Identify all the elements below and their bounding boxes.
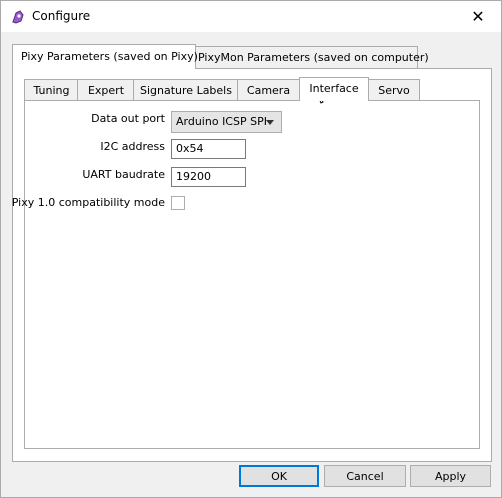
i2c-address-value: 0x54 [176, 142, 204, 155]
close-icon: ✕ [471, 7, 485, 26]
configure-window: Configure ✕ Pixy Parameters (saved on Pi… [0, 0, 502, 498]
chevron-down-icon [266, 120, 274, 125]
data-out-port-select[interactable]: Arduino ICSP SPI [171, 111, 282, 133]
i2c-address-field[interactable]: 0x54 [171, 139, 246, 159]
tab-label: Expert [87, 84, 125, 97]
tab-expert[interactable]: Expert [77, 79, 135, 100]
tab-interface[interactable]: Interface [299, 77, 369, 101]
uart-baudrate-value: 19200 [176, 170, 211, 183]
uart-baudrate-field[interactable]: 19200 [171, 167, 246, 187]
tab-label: Servo [378, 84, 410, 97]
pixy1-compat-label: Pixy 1.0 compatibility mode [11, 196, 165, 209]
apply-button[interactable]: Apply [410, 465, 491, 487]
tab-label: Tuning [33, 84, 70, 97]
cancel-button[interactable]: Cancel [324, 465, 406, 487]
tab-camera[interactable]: Camera [237, 79, 300, 100]
ok-button[interactable]: OK [239, 465, 319, 487]
data-out-port-label: Data out port [91, 112, 165, 125]
tab-label: Camera [246, 84, 291, 97]
tab-pixy-parameters[interactable]: Pixy Parameters (saved on Pixy) [12, 44, 198, 69]
tab-pixymon-parameters[interactable]: PixyMon Parameters (saved on computer) [189, 46, 429, 69]
title-bar: Configure ✕ [1, 1, 501, 32]
data-out-port-value: Arduino ICSP SPI [176, 115, 267, 128]
tab-tuning[interactable]: Tuning [24, 79, 79, 100]
inner-tab-strip: Tuning Expert Signature Labels Camera In… [24, 77, 478, 101]
cancel-label: Cancel [346, 470, 384, 483]
tab-label: Pixy Parameters (saved on Pixy) [21, 50, 198, 63]
uart-baudrate-label: UART baudrate [82, 168, 165, 181]
tab-label: PixyMon Parameters (saved on computer) [198, 51, 429, 64]
tab-label: Signature Labels [140, 84, 232, 97]
apply-label: Apply [434, 470, 467, 483]
tab-label: Interface [309, 82, 359, 95]
window-title: Configure [32, 9, 91, 23]
close-button[interactable]: ✕ [455, 1, 501, 32]
pixy1-compat-checkbox[interactable] [171, 196, 185, 210]
tab-signature-labels[interactable]: Signature Labels [133, 79, 239, 100]
tab-servo[interactable]: Servo [368, 79, 420, 100]
pixy-app-icon [12, 10, 24, 24]
i2c-address-label: I2C address [100, 140, 165, 153]
ok-label: OK [271, 470, 287, 483]
